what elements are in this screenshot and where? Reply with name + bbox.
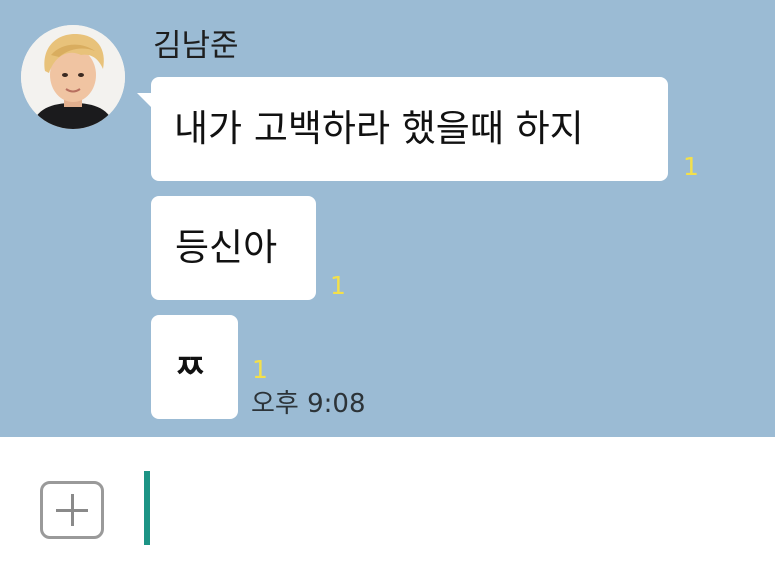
message-timestamp: 오후 9:08 <box>251 389 366 419</box>
unread-count: 1 <box>252 355 268 384</box>
text-cursor <box>144 471 150 545</box>
message-bubble[interactable]: 내가 고백하라 했을때 하지 <box>151 77 668 181</box>
unread-count: 1 <box>683 152 699 181</box>
sender-name: 김남준 <box>153 28 239 64</box>
avatar[interactable] <box>21 25 125 129</box>
message-bubble[interactable]: ㅉ <box>151 315 238 419</box>
chat-area[interactable]: 김남준 내가 고백하라 했을때 하지 1 등신아 1 ㅉ 1 오후 9:08 <box>0 0 775 437</box>
attach-button[interactable] <box>40 481 104 539</box>
unread-count: 1 <box>330 271 346 300</box>
message-input[interactable] <box>160 467 754 549</box>
plus-icon <box>43 484 101 536</box>
message-bubble[interactable]: 등신아 <box>151 196 316 300</box>
